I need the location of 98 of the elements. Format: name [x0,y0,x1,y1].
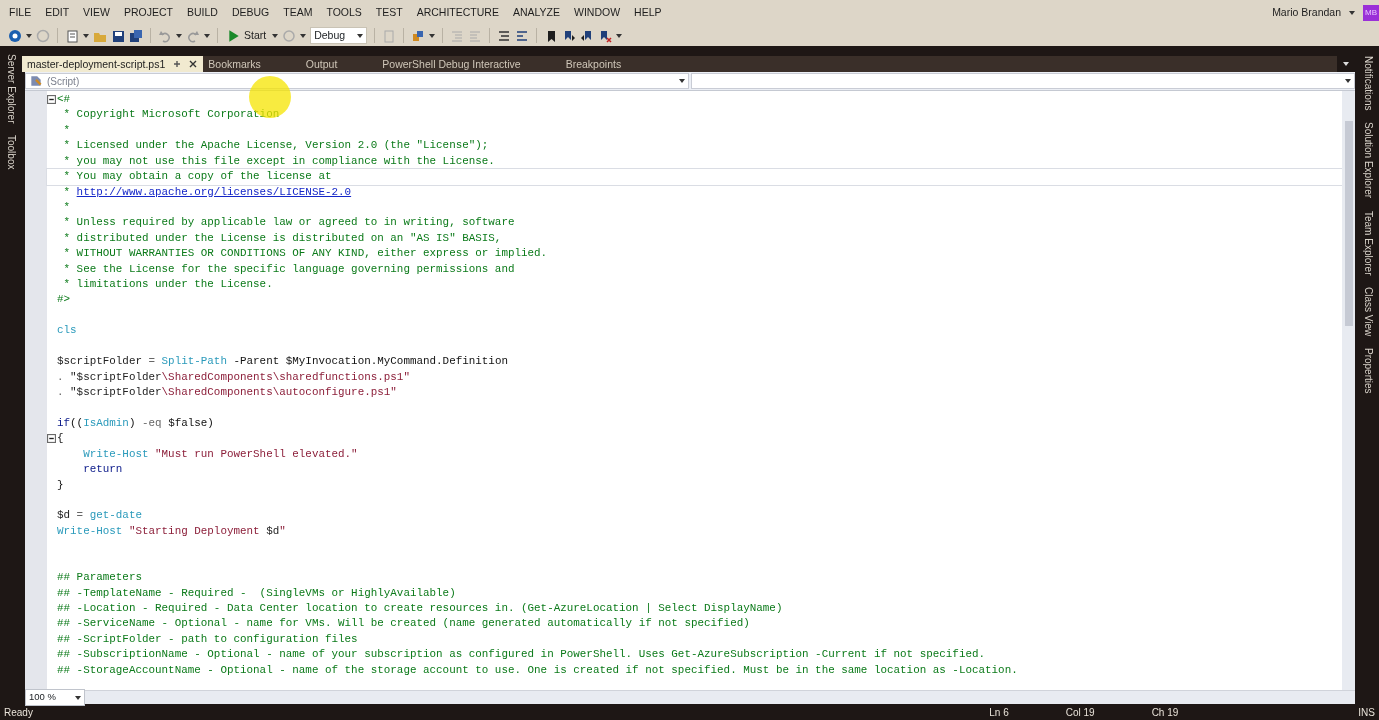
code-line: cls [57,324,77,337]
code-line: $scriptFolder = Split-Path -Parent $MyInvocation.MyCommand.Definition [57,355,508,368]
document-tab[interactable]: master-deployment-script.ps1 [22,56,204,72]
menu-item[interactable]: ARCHITECTURE [409,0,506,25]
comment-icon[interactable] [497,28,512,43]
code-line: Write-Host "Must run PowerShell elevated." [82,447,358,460]
user-name[interactable]: Mario Brandan [1272,4,1341,21]
menu-item[interactable]: ANALYZE [505,0,567,25]
scroll-thumb[interactable] [1345,121,1353,326]
caret-icon[interactable] [83,33,89,38]
document-tab[interactable]: Output [300,56,378,72]
code-line: if((IsAdmin) -eq $false) [57,416,214,429]
code-line: ## -ServiceName - Optional - name for VMs. Will be created (name generated automatically if not specified) [57,617,750,630]
menu-item[interactable]: TEST [368,0,410,25]
caret-icon[interactable] [429,33,436,38]
menu-item[interactable]: TEAM [276,0,320,25]
code-line: return [82,463,123,476]
status-mode: INS [1358,705,1375,720]
code-line: * You may obtain a copy of the license at [62,170,332,183]
status-column: Col 19 [1065,704,1095,720]
status-char: Ch 19 [1151,705,1179,720]
caret-icon[interactable] [616,33,623,38]
side-panel-tab[interactable]: Solution Explorer [1360,122,1376,199]
side-panel-tab[interactable]: Server Explorer [3,54,19,124]
caret-icon[interactable] [176,33,182,38]
caret-icon [679,79,685,83]
caret-icon[interactable] [26,33,32,38]
bookmark-icon[interactable] [562,28,577,43]
code-line: * [62,123,71,136]
menu-item[interactable]: DEBUG [224,0,277,25]
code-line: * Unless required by applicable law or agreed to in writing, software [62,216,515,229]
caret-icon[interactable] [1349,10,1355,15]
code-line: * [62,200,71,213]
menu-item[interactable]: EDIT [38,0,77,25]
code-line: ## -TemplateName - Required - (SingleVMs or HighlyAvailable) [57,586,456,599]
menu-item[interactable]: BUILD [179,0,225,25]
status-text: Ready [4,705,34,720]
menu-item[interactable]: HELP [627,0,669,25]
user-avatar[interactable]: MB [1363,4,1379,21]
save-all-icon[interactable] [129,28,143,43]
code-line: $d = get-date [57,509,142,522]
dropdown-value: (Script) [47,74,81,89]
pin-icon[interactable] [173,60,182,68]
document-tab[interactable]: Breakpoints [560,56,662,72]
side-panel-tab[interactable]: Toolbox [3,135,19,170]
document-tab[interactable]: Bookmarks [203,56,301,72]
code-line: <# [57,93,71,105]
code-line: * you may not use this file except in compliance with the License. [62,154,495,167]
caret-icon [1345,79,1351,83]
close-icon[interactable] [189,60,198,68]
code-line: * WITHOUT WARRANTIES OR CONDITIONS OF ANY KIND, either express or implied. [62,247,548,260]
code-line: * limitations under the License. [62,278,273,291]
status-line: Ln 6 [989,705,1009,720]
menu-item[interactable]: VIEW [76,0,117,25]
code-line: * See the License for the specific language governing permissions and [62,262,515,275]
circle-icon[interactable] [8,28,22,43]
code-line: . "$scriptFolder\SharedComponents\sharedfunctions.ps1" [57,370,410,383]
collapse-icon[interactable] [47,434,56,444]
script-icon [29,74,43,88]
side-panel-tab[interactable]: Notifications [1360,56,1376,111]
caret-icon[interactable] [1343,62,1349,66]
caret-icon[interactable] [204,33,210,38]
code-line: * [62,185,72,198]
caret-icon [357,33,364,38]
code-line: . "$scriptFolder\SharedComponents\autoconfigure.ps1" [57,386,397,398]
bookmark-icon[interactable] [598,28,613,43]
vertical-scrollbar[interactable] [1342,91,1355,690]
code-line: { [57,432,64,445]
scope-dropdown[interactable]: (Script) [25,73,689,89]
save-icon[interactable] [111,28,125,43]
play-icon [227,28,241,43]
code-line: * Licensed under the Apache License, Version 2.0 (the "License"); [62,139,489,152]
zoom-dropdown[interactable]: 100 % [25,689,85,706]
caret-icon [75,695,81,700]
collapse-icon[interactable] [47,95,56,104]
code-line: * distributed under the License is distributed on an "AS IS" BASIS, [62,231,502,244]
menu-item[interactable]: WINDOW [567,0,628,25]
code-line: ## -SubscriptionName - Optional - name of your subscription as configured in PowerShell. Uses Get-AzureSubscription -Current if not specified. [57,648,986,661]
code-line: Write-Host "Starting Deployment $d" [57,524,286,537]
document-tab[interactable]: PowerShell Debug Interactive [377,56,561,72]
code-line: ## Parameters [57,571,142,584]
code-line: ## -Location - Required - Data Center location to create resources in. (Get-AzureLocation | Select DisplayName) [57,601,783,614]
uncomment-icon[interactable] [515,28,530,43]
caret-icon[interactable] [272,33,279,38]
menu-item[interactable]: PROJECT [116,0,180,25]
side-panel-tab[interactable]: Team Explorer [1360,210,1376,276]
menu-item[interactable]: TOOLS [319,0,369,25]
code-link[interactable]: http://www.apache.org/licenses/LICENSE-2.0 [76,185,352,198]
code-line: ## -ScriptFolder - path to configuration files [57,632,358,645]
code-line: ## -StorageAccountName - Optional - name of the storage account to use. One is created if not specified. Must be in the same location as -Location. [57,663,1018,676]
side-panel-tab[interactable]: Properties [1360,348,1376,394]
menu-item[interactable]: FILE [2,0,39,25]
code-line: } [57,478,64,491]
code-line: #> [57,293,71,306]
caret-icon[interactable] [300,33,307,38]
start-button[interactable]: Start [225,27,269,44]
configuration-dropdown[interactable]: Debug [310,27,368,44]
side-panel-tab[interactable]: Class View [1360,287,1376,337]
